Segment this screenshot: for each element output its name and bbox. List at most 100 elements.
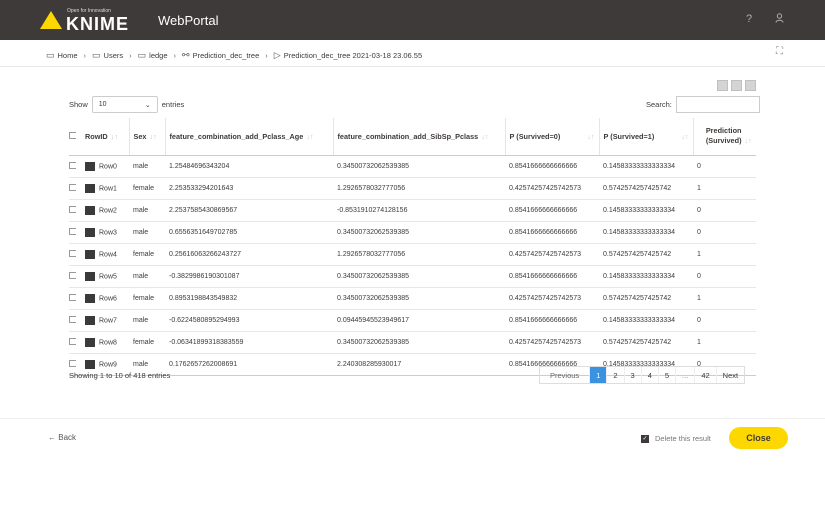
column-header-p-survived-0[interactable]: P (Survived=0) ↓↑ — [505, 118, 600, 156]
sex-cell: female — [129, 242, 165, 265]
page-button-1[interactable]: 1 — [590, 367, 608, 383]
sibsp-feature-cell: 2.240308285930017 — [333, 352, 505, 376]
delete-result-label: Delete this result — [655, 434, 711, 443]
row-id-cell: Row1 — [81, 176, 129, 199]
sex-cell: female — [129, 176, 165, 199]
p-survived-0-cell: 0.8541666666666666 — [505, 154, 599, 177]
close-button[interactable]: Close — [729, 427, 788, 449]
prediction-cell: 1 — [693, 330, 756, 353]
sex-cell: male — [129, 308, 165, 331]
table-row[interactable]: Row1 female 2.253533294201643 1.29265780327… — [69, 176, 756, 199]
sibsp-feature-cell: 0.09445945523949617 — [333, 308, 505, 331]
table-row[interactable]: Row6 female 0.8953198843549832 0.3450073206… — [69, 286, 756, 309]
row-checkbox[interactable] — [69, 220, 81, 243]
breadcrumb: ▭ Home › ▭ Users › ▭ ledge › ⚯ Predictio… — [46, 48, 422, 62]
column-menu-icon[interactable] — [745, 80, 756, 91]
prediction-cell: 1 — [693, 242, 756, 265]
sex-cell: female — [129, 330, 165, 353]
divider — [0, 418, 825, 419]
back-button[interactable]: ← Back — [48, 433, 76, 442]
prediction-cell: 0 — [693, 154, 756, 177]
expand-icon[interactable]: ⛶ — [776, 46, 783, 57]
breadcrumb-workflow[interactable]: Prediction_dec_tree — [193, 51, 260, 60]
entries-label: entries — [161, 100, 185, 109]
table-header-row: RowID ↓↑ Sex ↓↑ feature_combination_add_Pc… — [69, 118, 756, 156]
breadcrumb-job[interactable]: Prediction_dec_tree 2021-03-18 23.06.55 — [284, 51, 422, 60]
breadcrumb-ledge[interactable]: ledge — [149, 51, 167, 60]
search-input[interactable] — [675, 96, 760, 113]
age-feature-cell: 2.2537585430869567 — [165, 198, 333, 221]
select-all-icon[interactable] — [717, 80, 728, 91]
top-bar: Open for Innovation KNIME WebPortal ? — [0, 0, 825, 40]
table-row[interactable]: Row3 male 0.6556351649702785 0.345007320625… — [69, 220, 756, 243]
prediction-cell: 1 — [693, 286, 756, 309]
p-survived-1-cell: 0.5742574257425742 — [599, 176, 693, 199]
select-all-checkbox[interactable] — [69, 118, 81, 156]
page-button-5[interactable]: 5 — [659, 367, 677, 383]
row-id-cell: Row4 — [81, 242, 129, 265]
column-header-sex[interactable]: Sex ↓↑ — [129, 118, 166, 156]
p-survived-1-cell: 0.14583333333333334 — [599, 308, 693, 331]
search-control: Search: — [646, 96, 760, 113]
page-button-2[interactable]: 2 — [607, 367, 625, 383]
entries-select[interactable]: 10 ⌄ — [91, 96, 158, 113]
column-header-age[interactable]: feature_combination_add_Pclass_Age ↓↑ — [165, 118, 334, 156]
page-button-4[interactable]: 4 — [642, 367, 659, 383]
folder-icon: ▭ — [137, 49, 147, 60]
sibsp-feature-cell: 0.34500732062539385 — [333, 264, 505, 287]
sex-cell: male — [129, 198, 165, 221]
table-row[interactable]: Row7 male -0.6224580895294993 0.09445945523… — [69, 308, 756, 331]
row-color-swatch — [85, 205, 95, 215]
delete-result-checkbox[interactable]: ✓ Delete this result — [641, 434, 711, 443]
row-checkbox[interactable] — [69, 286, 81, 309]
sex-cell: female — [129, 286, 165, 309]
row-checkbox[interactable] — [69, 308, 81, 331]
page-button-3[interactable]: 3 — [625, 367, 642, 383]
row-color-swatch — [85, 183, 95, 193]
table-row[interactable]: Row0 male 1.25484696343204 0.34500732062539… — [69, 154, 756, 177]
next-page-button[interactable]: Next — [717, 367, 744, 383]
user-icon[interactable] — [775, 13, 784, 26]
prediction-cell: 1 — [693, 176, 756, 199]
column-header-p-survived-1[interactable]: P (Survived=1) ↓↑ — [599, 118, 694, 156]
help-icon[interactable]: ? — [746, 13, 752, 25]
chevron-right-icon: › — [129, 50, 132, 60]
column-header-sibsp[interactable]: feature_combination_add_SibSp_Pclass ↓↑ — [333, 118, 506, 156]
sibsp-feature-cell: 1.2926578032777056 — [333, 176, 505, 199]
row-color-swatch — [85, 271, 95, 281]
p-survived-1-cell: 0.14583333333333334 — [599, 220, 693, 243]
previous-page-button[interactable]: Previous — [540, 367, 591, 383]
row-checkbox[interactable] — [69, 198, 81, 221]
age-feature-cell: 0.8953198843549832 — [165, 286, 333, 309]
column-header-rowid[interactable]: RowID ↓↑ — [81, 118, 130, 156]
column-header-prediction[interactable]: Prediction (Survived) ↓↑ — [693, 118, 756, 156]
p-survived-1-cell: 0.14583333333333334 — [599, 154, 693, 177]
p-survived-0-cell: 0.42574257425742573 — [505, 242, 599, 265]
sibsp-feature-cell: 0.34500732062539385 — [333, 286, 505, 309]
breadcrumb-home[interactable]: Home — [58, 51, 78, 60]
page-button-42[interactable]: 42 — [695, 367, 717, 383]
breadcrumb-users[interactable]: Users — [104, 51, 124, 60]
age-feature-cell: -0.6224580895294993 — [165, 308, 333, 331]
table-row[interactable]: Row4 female 0.25616063266243727 1.292657803… — [69, 242, 756, 265]
table-row[interactable]: Row8 female -0.06341899318383559 0.34500732… — [69, 330, 756, 353]
row-checkbox[interactable] — [69, 154, 81, 177]
p-survived-0-cell: 0.42574257425742573 — [505, 176, 599, 199]
sex-cell: male — [129, 220, 165, 243]
row-color-swatch — [85, 359, 95, 369]
row-checkbox[interactable] — [69, 330, 81, 353]
row-checkbox[interactable] — [69, 242, 81, 265]
folder-icon: ▭ — [92, 49, 101, 60]
table-row[interactable]: Row2 male 2.2537585430869567 -0.85319102741… — [69, 198, 756, 221]
knime-logo[interactable]: Open for Innovation KNIME — [40, 6, 140, 34]
table-row[interactable]: Row5 male -0.3829986190301087 0.34500732062… — [69, 264, 756, 287]
age-feature-cell: 0.25616063266243727 — [165, 242, 333, 265]
clear-selection-icon[interactable] — [731, 80, 742, 91]
row-id-cell: Row5 — [81, 264, 129, 287]
row-id-cell: Row3 — [81, 220, 129, 243]
search-label: Search: — [646, 100, 672, 109]
row-checkbox[interactable] — [69, 264, 81, 287]
age-feature-cell: 2.253533294201643 — [165, 176, 333, 199]
row-id-cell: Row0 — [81, 154, 129, 177]
row-checkbox[interactable] — [69, 176, 81, 199]
